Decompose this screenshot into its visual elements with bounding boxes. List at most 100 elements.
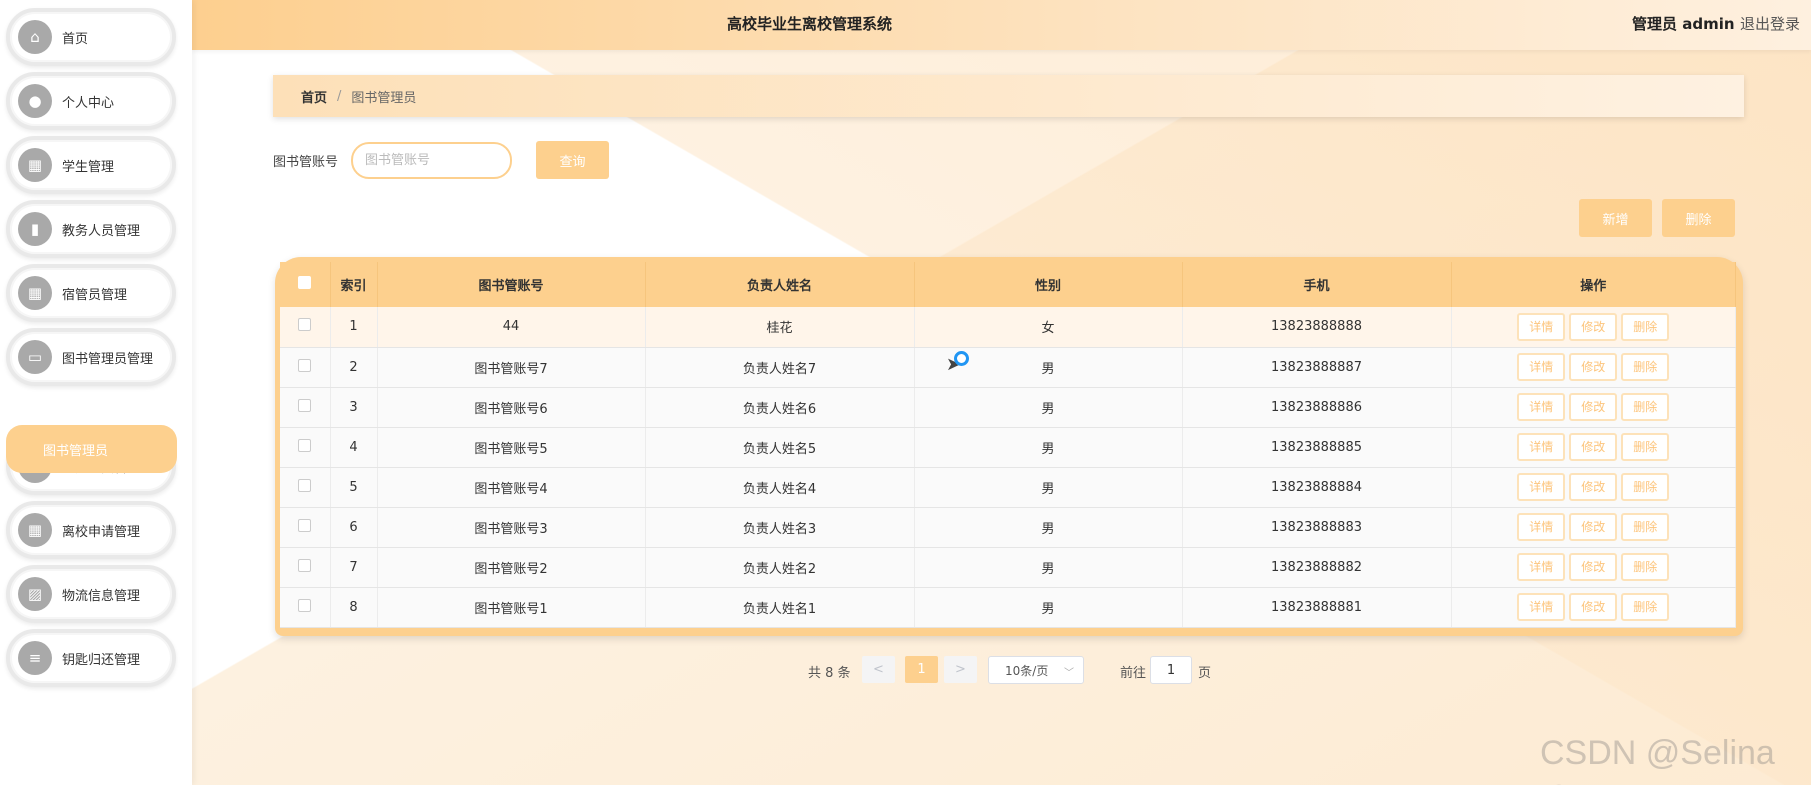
edit-button[interactable]: 修改 [1569, 312, 1618, 341]
table-row: 8 图书管账号1 负责人姓名1 男 13823888881 详情 修改 删除 [280, 587, 1736, 628]
cell-account: 图书管账号3 [377, 507, 646, 548]
cell-gender: 男 [914, 587, 1183, 628]
sidebar-item-5[interactable]: ▭ 图书管理员管理 [6, 328, 176, 386]
cell-phone: 13823888888 [1182, 307, 1452, 348]
edit-button[interactable]: 修改 [1569, 433, 1618, 461]
loading-indicator-icon [954, 351, 969, 366]
sidebar-item-9[interactable]: ≡ 钥匙归还管理 [6, 629, 176, 687]
breadcrumb: 首页 / 图书管理员 [273, 75, 1744, 117]
batch-delete-button[interactable]: 删除 [1662, 199, 1735, 237]
sidebar-item-8[interactable]: ▨ 物流信息管理 [6, 565, 176, 623]
row-delete-button[interactable]: 删除 [1621, 353, 1670, 381]
cell-phone: 13823888884 [1182, 467, 1452, 508]
header: 高校毕业生离校管理系统 管理员 admin 退出登录 [192, 0, 1811, 50]
row-checkbox[interactable] [298, 598, 312, 612]
cell-name: 负责人姓名1 [645, 587, 915, 628]
row-checkbox[interactable] [298, 438, 312, 452]
cell-gender: 男 [914, 547, 1183, 588]
sidebar-item-4[interactable]: ▦ 宿管员管理 [6, 264, 176, 322]
cell-idx: 2 [330, 347, 378, 388]
next-page-button[interactable]: > [944, 656, 977, 683]
row-delete-button[interactable]: 删除 [1621, 513, 1670, 541]
sidebar-item-label: 学生管理 [62, 159, 115, 175]
sidebar-item-0[interactable]: ⌂ 首页 [6, 8, 176, 66]
cell-select [280, 467, 331, 508]
row-checkbox[interactable] [298, 518, 312, 532]
detail-button[interactable]: 详情 [1517, 393, 1566, 421]
row-delete-button[interactable]: 删除 [1621, 312, 1670, 341]
table-row: 6 图书管账号3 负责人姓名3 男 13823888883 详情 修改 删除 [280, 507, 1736, 548]
cell-actions: 详情 修改 删除 [1451, 547, 1736, 588]
cell-phone: 13823888886 [1182, 387, 1452, 428]
cell-select [280, 347, 331, 388]
row-checkbox[interactable] [298, 398, 312, 412]
cell-gender: 男 [914, 467, 1183, 508]
cell-name: 负责人姓名3 [645, 507, 915, 548]
sidebar-item-1[interactable]: ● 个人中心 [6, 72, 176, 130]
row-delete-button[interactable]: 删除 [1621, 393, 1670, 421]
app-title: 高校毕业生离校管理系统 [726, 15, 892, 33]
query-button[interactable]: 查询 [536, 141, 609, 179]
search-label: 图书管账号 [273, 155, 339, 170]
row-checkbox[interactable] [298, 318, 312, 332]
logout-link[interactable]: 退出登录 [1740, 13, 1800, 34]
edit-button[interactable]: 修改 [1569, 553, 1618, 581]
edit-button[interactable]: 修改 [1569, 473, 1618, 501]
data-table-container: 索引 图书管账号 负责人姓名 性别 手机 操作 1 44 桂花女 1382388888… [275, 257, 1743, 636]
cell-phone: 13823888881 [1182, 587, 1452, 628]
sidebar-item-label: 钥匙归还管理 [62, 652, 141, 668]
sidebar-item-label: 物流信息管理 [62, 588, 141, 604]
cell-idx: 3 [330, 387, 378, 428]
detail-button[interactable]: 详情 [1517, 473, 1566, 501]
breadcrumb-home[interactable]: 首页 [301, 87, 327, 106]
detail-button[interactable]: 详情 [1517, 312, 1566, 341]
row-delete-button[interactable]: 删除 [1621, 473, 1670, 501]
sidebar-subitem-librarian[interactable]: 图书管理员 [6, 425, 177, 473]
row-checkbox[interactable] [298, 358, 312, 372]
sidebar-item-label: 首页 [62, 31, 89, 47]
row-checkbox[interactable] [298, 558, 312, 572]
sidebar: ⌂首页●个人中心▦学生管理▮教务人员管理▦宿管员管理▭图书管理员管理●财务人员管… [0, 0, 192, 785]
row-delete-button[interactable]: 删除 [1621, 433, 1670, 461]
cell-name: 负责人姓名6 [645, 387, 915, 428]
detail-button[interactable]: 详情 [1517, 353, 1566, 381]
cell-select [280, 387, 331, 428]
goto-page-input[interactable] [1150, 656, 1192, 684]
chevron-down-icon: ﹀ [1064, 668, 1074, 679]
cell-select [280, 427, 331, 468]
detail-button[interactable]: 详情 [1517, 513, 1566, 541]
row-delete-button[interactable]: 删除 [1621, 593, 1670, 621]
row-delete-button[interactable]: 删除 [1621, 553, 1670, 581]
edit-button[interactable]: 修改 [1569, 393, 1618, 421]
sidebar-item-7[interactable]: ▦ 离校申请管理 [6, 501, 176, 559]
cell-gender: 女 [914, 307, 1183, 348]
sidebar-item-3[interactable]: ▮ 教务人员管理 [6, 200, 176, 258]
col-index: 索引 [330, 262, 378, 307]
cell-actions: 详情 修改 删除 [1451, 467, 1736, 508]
detail-button[interactable]: 详情 [1517, 593, 1566, 621]
cell-gender: 男 [914, 427, 1183, 468]
row-checkbox[interactable] [298, 478, 312, 492]
page-size-value: 10条/页 [1005, 663, 1049, 678]
edit-button[interactable]: 修改 [1569, 353, 1618, 381]
table-row: 7 图书管账号2 负责人姓名2 男 13823888882 详情 修改 删除 [280, 547, 1736, 588]
cell-phone: 13823888887 [1182, 347, 1452, 388]
cell-actions: 详情 修改 删除 [1451, 347, 1736, 388]
edit-button[interactable]: 修改 [1569, 593, 1618, 621]
select-all-checkbox[interactable] [298, 276, 312, 289]
page-size-select[interactable]: 10条/页 ﹀ [988, 656, 1084, 684]
breadcrumb-current: 图书管理员 [351, 90, 417, 106]
sidebar-item-icon: ⌂ [18, 20, 52, 54]
cell-account: 图书管账号2 [377, 547, 646, 588]
add-button[interactable]: 新增 [1579, 199, 1652, 237]
prev-page-button[interactable]: < [862, 656, 895, 683]
sidebar-item-2[interactable]: ▦ 学生管理 [6, 136, 176, 194]
cell-idx: 8 [330, 587, 378, 628]
detail-button[interactable]: 详情 [1517, 433, 1566, 461]
detail-button[interactable]: 详情 [1517, 553, 1566, 581]
cell-select [280, 507, 331, 548]
search-input[interactable] [351, 142, 512, 179]
edit-button[interactable]: 修改 [1569, 513, 1618, 541]
page-number-button[interactable]: 1 [905, 656, 938, 683]
cell-phone: 13823888882 [1182, 547, 1452, 588]
